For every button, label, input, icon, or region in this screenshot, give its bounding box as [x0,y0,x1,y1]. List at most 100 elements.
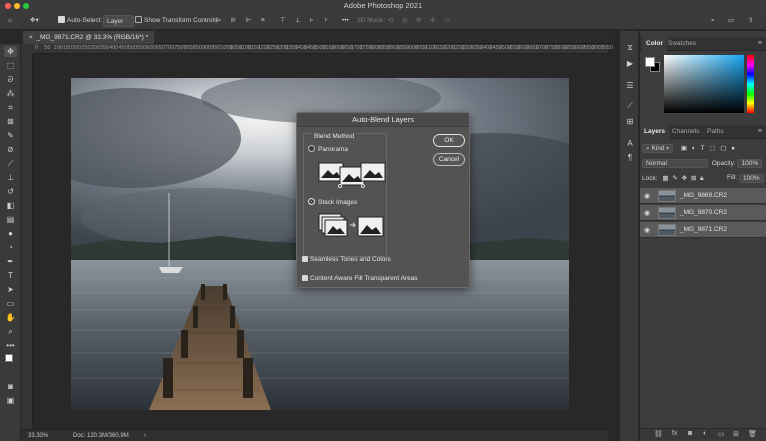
auto-select-dropdown[interactable]: Layer [103,15,135,27]
new-layer-icon[interactable]: ⊞ [733,430,739,438]
adjustments-panel-icon[interactable]: ☰ [625,81,635,91]
history-brush-tool-icon[interactable]: ↺ [4,186,17,197]
fill-input[interactable]: 100% [739,174,764,183]
filter-pixel-icon[interactable]: ▣ [681,145,687,152]
dodge-tool-icon[interactable]: ◔ [4,242,17,253]
history-panel-icon[interactable]: ⧖ [625,43,635,53]
character-panel-icon[interactable]: A [625,139,635,149]
visibility-eye-icon[interactable]: ◉ [644,226,650,234]
lasso-tool-icon[interactable]: ᘐ [4,74,17,85]
marquee-tool-icon[interactable]: ⬚ [4,60,17,71]
gradient-tool-icon[interactable]: ▤ [4,214,17,225]
lock-artboard-icon[interactable]: ⊠ [691,175,696,182]
filter-type-icon[interactable]: T [701,145,705,152]
align-middle-icon[interactable]: ⊤ [280,15,286,27]
lock-position-icon[interactable]: ✥ [682,175,687,182]
screen-mode-icon[interactable]: ▣ [4,395,17,406]
actions-panel-icon[interactable]: ▶ [625,59,635,69]
add-mask-icon[interactable]: ◙ [688,430,692,437]
blend-mode-dropdown[interactable]: Normal [642,159,708,168]
window-maximize-button[interactable] [23,3,29,9]
eyedropper-tool-icon[interactable]: ✎ [4,130,17,141]
window-minimize-button[interactable] [14,3,20,9]
distribute-icon[interactable]: ⊧ [310,15,313,27]
workspace-icon[interactable]: ▭ [728,15,734,27]
pen-tool-icon[interactable]: ✒ [4,256,17,267]
content-aware-fill-checkbox[interactable]: Content Aware Fill Transparent Areas [302,275,418,282]
visibility-eye-icon[interactable]: ◉ [644,192,650,200]
opacity-input[interactable]: 100% [737,159,763,168]
3d-scale-icon[interactable]: ▭ [444,15,450,27]
stack-images-radio[interactable]: Stack Images [308,198,357,206]
align-center-icon[interactable]: ⊪ [231,15,237,27]
share-icon[interactable]: ⇧ [748,15,753,27]
seamless-tones-checkbox[interactable]: Seamless Tones and Colors [302,256,391,263]
lock-image-icon[interactable]: ✎ [672,175,677,182]
more-options-icon[interactable]: ••• [342,15,349,27]
layer-style-icon[interactable]: fx [672,430,677,437]
lock-all-icon[interactable]: 🔒︎ [700,175,703,182]
align-top-icon[interactable]: ≡ [261,15,265,27]
tab-channels[interactable]: Channels [668,125,703,139]
layer-filter-kind-dropdown[interactable]: ⌕ Kind ▾ [642,144,674,153]
brush-settings-icon[interactable]: ⟋ [625,101,635,111]
show-transform-checkbox[interactable]: Show Transform Controls [135,15,217,27]
foreground-color-swatch[interactable] [645,57,655,67]
3d-roll-icon[interactable]: ◎ [402,15,408,27]
zoom-tool-icon[interactable]: ⌕ [4,326,17,337]
delete-layer-icon[interactable]: 🗑︎ [748,430,757,438]
eraser-tool-icon[interactable]: ◧ [4,200,17,211]
tab-swatches[interactable]: Swatches [664,37,700,51]
paragraph-panel-icon[interactable]: ¶ [625,153,635,163]
hand-tool-icon[interactable]: ✋ [4,312,17,323]
rectangle-tool-icon[interactable]: ▭ [4,298,17,309]
filter-smart-object-icon[interactable]: ▢ [720,145,726,152]
tab-paths[interactable]: Paths [703,125,728,139]
link-layers-icon[interactable]: ⛓ [654,430,663,438]
layer-row[interactable]: ◉ _MG_9870.CR2 [640,205,766,221]
quick-mask-icon[interactable]: ◙ [4,381,17,392]
more-tools-icon[interactable]: ••• [4,340,17,351]
adjustment-layer-icon[interactable]: ◐ [703,430,707,437]
crop-tool-icon[interactable]: ⌗ [4,102,17,113]
properties-panel-icon[interactable]: ⊞ [625,117,635,127]
visibility-eye-icon[interactable]: ◉ [644,209,650,217]
new-group-icon[interactable]: ▭ [718,430,725,438]
layers-panel-menu-icon[interactable]: ≡ [758,128,762,135]
status-menu-arrow-icon[interactable]: › [144,430,146,441]
layer-row[interactable]: ◉ _MG_9869.CR2 [640,188,766,204]
close-tab-icon[interactable]: × [29,34,33,41]
distribute-horizontal-icon[interactable]: ⊦ [325,15,328,27]
align-left-icon[interactable]: ⊫ [216,15,222,27]
3d-rotate-icon[interactable]: ⟲ [388,15,393,27]
hue-slider[interactable] [747,55,754,113]
layer-row[interactable]: ◉ _MG_9871.CR2 [640,222,766,238]
document-tab[interactable]: × _MG_9871.CR2 @ 33.3% (RGB/16*) * [23,31,155,44]
align-bottom-icon[interactable]: ⊥ [295,15,301,27]
type-tool-icon[interactable]: T [4,270,17,281]
clone-stamp-tool-icon[interactable]: ⊥ [4,172,17,183]
brush-tool-icon[interactable]: ⟋ [4,158,17,169]
window-close-button[interactable] [5,3,11,9]
move-tool-icon[interactable]: ✥ [4,46,17,57]
lock-transparent-icon[interactable]: ▦ [662,175,668,182]
magic-wand-tool-icon[interactable]: ⁂ [4,88,17,99]
path-selection-tool-icon[interactable]: ➤ [4,284,17,295]
3d-drag-icon[interactable]: ✣ [416,15,421,27]
filter-shape-icon[interactable]: ⬚ [709,145,715,152]
3d-slide-icon[interactable]: ✢ [430,15,435,27]
ok-button[interactable]: OK [433,134,465,147]
document-size[interactable]: Doc: 120.3M/360.9M [73,430,129,441]
frame-tool-icon[interactable]: ⊠ [4,116,17,127]
filter-adjustment-icon[interactable]: ◐ [692,145,696,152]
zoom-level[interactable]: 33.33% [28,430,48,441]
healing-brush-tool-icon[interactable]: ⊘ [4,144,17,155]
auto-select-checkbox[interactable]: Auto-Select: [58,15,102,27]
tab-layers[interactable]: Layers [640,125,669,139]
color-field[interactable] [664,55,744,113]
blur-tool-icon[interactable]: ● [4,228,17,239]
cancel-button[interactable]: Cancel [433,153,465,166]
filter-toggle-icon[interactable]: ● [731,145,735,152]
panel-menu-icon[interactable]: ≡ [758,40,762,47]
align-right-icon[interactable]: ⊩ [246,15,252,27]
